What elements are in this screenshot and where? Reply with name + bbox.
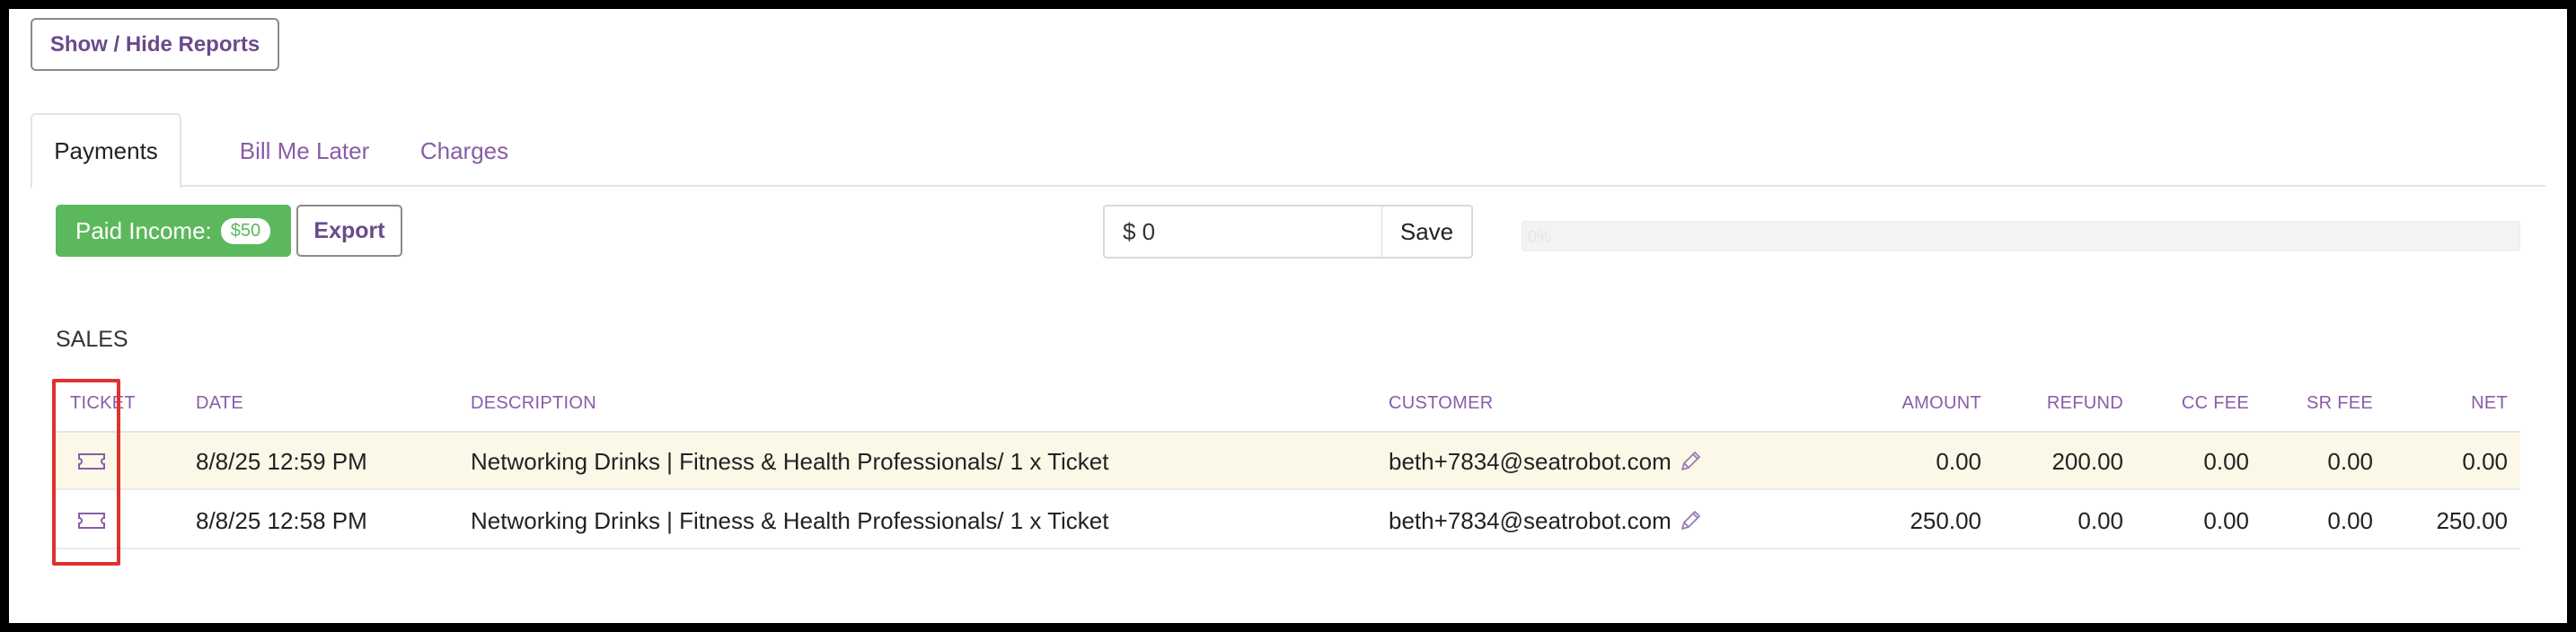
progress-bar: 0% — [1522, 221, 2520, 251]
amount-input[interactable] — [1103, 205, 1383, 259]
date-cell: 8/8/25 12:59 PM — [196, 447, 367, 475]
pencil-icon[interactable] — [1679, 509, 1702, 532]
amount-cell: 250.00 — [1910, 506, 1981, 534]
report-tabs: Payments Bill Me Later Charges — [31, 113, 2545, 189]
cc-fee-cell: 0.00 — [2203, 506, 2249, 534]
date-cell: 8/8/25 12:58 PM — [196, 506, 367, 534]
app-frame: Show / Hide Reports Payments Bill Me Lat… — [9, 9, 2567, 623]
customer-cell: beth+7834@seatrobot.com — [1389, 433, 1702, 490]
sales-section-title: SALES — [56, 327, 128, 352]
sr-fee-cell: 0.00 — [2327, 506, 2373, 534]
tab-bill-me-later[interactable]: Bill Me Later — [210, 113, 399, 189]
table-row[interactable]: 8/8/25 12:58 PM Networking Drinks | Fitn… — [56, 492, 2520, 549]
sr-fee-cell: 0.00 — [2327, 447, 2373, 475]
refund-cell: 0.00 — [2078, 506, 2123, 534]
column-header-date: DATE — [196, 393, 244, 413]
column-header-description: DESCRIPTION — [471, 393, 596, 413]
column-header-amount: AMOUNT — [1901, 393, 1981, 413]
column-header-net: NET — [2471, 393, 2508, 413]
export-button[interactable]: Export — [296, 205, 402, 257]
table-row[interactable]: 8/8/25 12:59 PM Networking Drinks | Fitn… — [56, 433, 2520, 490]
tab-payments[interactable]: Payments — [31, 113, 181, 189]
amount-cell: 0.00 — [1936, 447, 1981, 475]
customer-email: beth+7834@seatrobot.com — [1389, 447, 1672, 475]
customer-cell: beth+7834@seatrobot.com — [1389, 492, 1702, 549]
pencil-icon[interactable] — [1679, 450, 1702, 473]
refund-cell: 200.00 — [2051, 447, 2123, 475]
save-button[interactable]: Save — [1381, 205, 1473, 259]
progress-label: 0% — [1528, 228, 1552, 246]
net-cell: 0.00 — [2462, 447, 2508, 475]
column-header-ticket: TICKET — [70, 393, 136, 413]
description-cell: Networking Drinks | Fitness & Health Pro… — [471, 506, 1109, 534]
customer-email: beth+7834@seatrobot.com — [1389, 506, 1672, 534]
column-header-refund: REFUND — [2046, 393, 2123, 413]
column-header-cc-fee: CC FEE — [2181, 393, 2249, 413]
show-hide-reports-button[interactable]: Show / Hide Reports — [31, 18, 279, 71]
ticket-cell[interactable] — [77, 433, 106, 490]
ticket-cell[interactable] — [77, 492, 106, 549]
column-header-sr-fee: SR FEE — [2306, 393, 2373, 413]
paid-income-badge: $50 — [220, 217, 271, 244]
column-header-customer: CUSTOMER — [1389, 393, 1494, 413]
paid-income-label: Paid Income: — [75, 216, 212, 244]
net-cell: 250.00 — [2436, 506, 2508, 534]
cc-fee-cell: 0.00 — [2203, 447, 2249, 475]
description-cell: Networking Drinks | Fitness & Health Pro… — [471, 447, 1109, 475]
ticket-icon[interactable] — [77, 511, 106, 531]
tab-charges[interactable]: Charges — [406, 113, 523, 189]
paid-income-button[interactable]: Paid Income: $50 — [56, 205, 291, 257]
ticket-icon[interactable] — [77, 452, 106, 471]
